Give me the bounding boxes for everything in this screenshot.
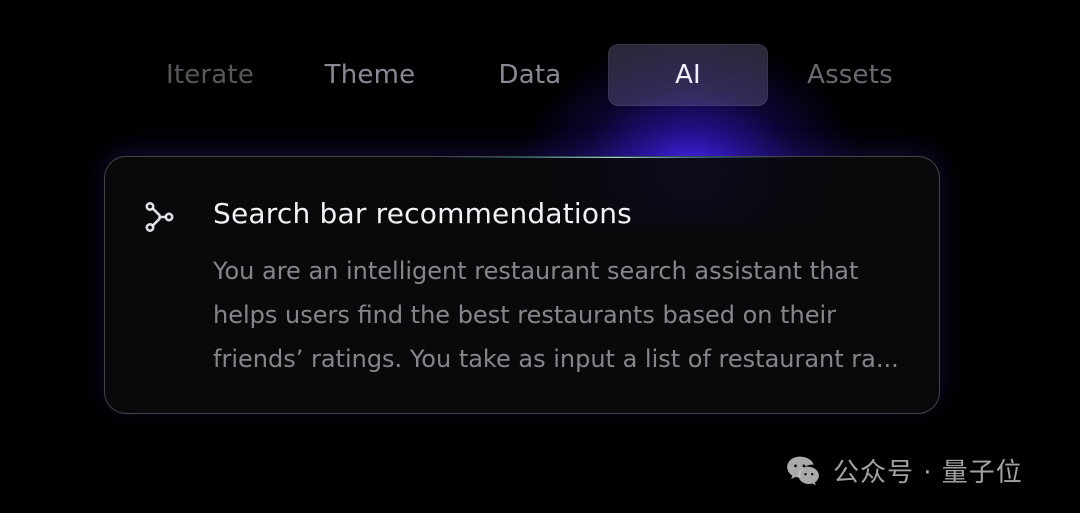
tab-iterate[interactable]: Iterate bbox=[150, 44, 270, 106]
tab-theme[interactable]: Theme bbox=[310, 44, 430, 106]
tab-data[interactable]: Data bbox=[470, 44, 590, 106]
recommendation-card[interactable]: Search bar recommendations You are an in… bbox=[104, 156, 940, 414]
card-title: Search bar recommendations bbox=[213, 197, 632, 230]
watermark: 公众号 · 量子位 bbox=[783, 448, 1023, 492]
watermark-text: 公众号 · 量子位 bbox=[833, 457, 1023, 488]
card-description: You are an intelligent restaurant search… bbox=[213, 257, 899, 373]
card-top-glow bbox=[435, 157, 795, 158]
tab-assets[interactable]: Assets bbox=[790, 44, 910, 106]
tab-ai[interactable]: AI bbox=[608, 44, 768, 106]
tab-bar: Iterate Theme Data AI Assets bbox=[150, 40, 930, 110]
wechat-icon bbox=[787, 456, 819, 486]
branch-icon bbox=[141, 199, 177, 235]
